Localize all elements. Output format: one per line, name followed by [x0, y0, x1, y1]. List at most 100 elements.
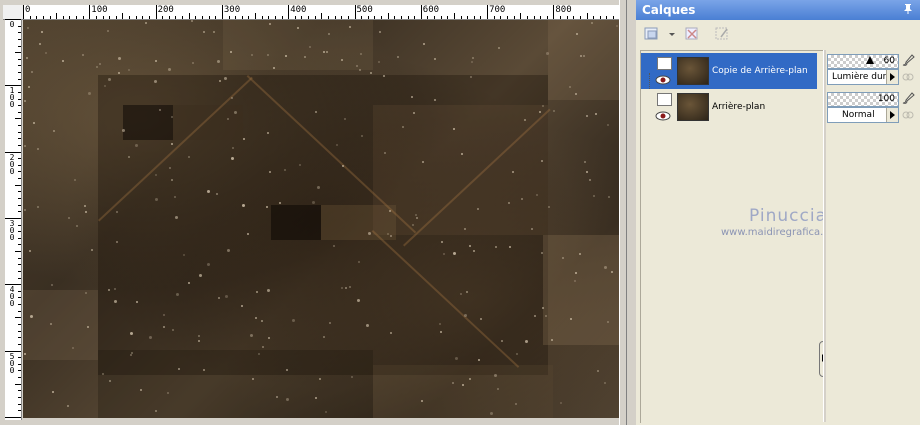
eye-visibility-icon[interactable]	[655, 75, 671, 85]
ruler-tick	[18, 38, 21, 40]
canvas-speckle	[267, 132, 269, 134]
canvas-speckle	[99, 63, 101, 65]
canvas-speckle	[219, 80, 221, 82]
canvas-speckle	[130, 354, 132, 356]
canvas-speckle	[586, 171, 588, 173]
ruler-tick	[248, 16, 250, 19]
canvas-speckle	[39, 43, 41, 45]
chevron-right-icon[interactable]	[886, 70, 898, 84]
canvas-speckle	[469, 378, 471, 380]
eye-visibility-icon[interactable]	[655, 111, 671, 121]
link-icon[interactable]	[902, 109, 914, 121]
ruler-tick	[18, 178, 21, 180]
ruler-tick	[613, 16, 615, 19]
pin-icon[interactable]	[902, 3, 914, 15]
ruler-tick	[347, 16, 349, 19]
ruler-tick	[533, 16, 535, 19]
dropdown-arrow-icon[interactable]	[662, 24, 675, 46]
delete-layer-icon[interactable]	[682, 24, 704, 46]
canvas-speckle	[172, 329, 174, 331]
ruler-tick	[18, 277, 21, 279]
canvas-speckle	[67, 405, 69, 407]
chevron-right-icon[interactable]	[886, 108, 898, 122]
ruler-label: 0	[9, 20, 15, 29]
brush-lock-icon[interactable]	[900, 52, 916, 68]
canvas-speckle	[108, 289, 110, 291]
canvas-speckle	[68, 217, 70, 219]
canvas-speckle	[525, 340, 528, 343]
canvas-speckle	[521, 198, 523, 200]
ruler-tick	[69, 16, 71, 19]
canvas-speckle	[192, 62, 194, 64]
ruler-tick	[18, 224, 21, 226]
canvas-speckle	[416, 217, 418, 219]
canvas-speckle	[256, 291, 258, 293]
canvas-speckle	[586, 115, 588, 117]
canvas-speckle	[155, 174, 157, 176]
ruler-tick	[188, 13, 190, 19]
brush-lock-icon[interactable]	[900, 90, 916, 106]
canvas-speckle	[536, 194, 538, 196]
canvas-speckle	[472, 57, 474, 59]
ruler-tick	[15, 118, 21, 120]
ruler-tick	[427, 16, 429, 19]
ruler-tick	[208, 16, 210, 19]
canvas-speckle	[45, 52, 47, 54]
layer-name: Arrière-plan	[712, 102, 766, 112]
canvas-speckle	[167, 392, 169, 394]
canvas-speckle	[384, 152, 386, 154]
ruler-tick	[95, 16, 97, 19]
canvas-speckle	[31, 71, 33, 73]
layer-row-copie-arriere-plan[interactable]: Copie de Arrière-plan	[641, 53, 817, 89]
opacity-marker[interactable]	[866, 56, 874, 64]
canvas-speckle	[50, 323, 52, 325]
layer-row-arriere-plan[interactable]: Arrière-plan	[641, 89, 817, 125]
canvas-speckle	[102, 373, 104, 375]
layers-titlebar[interactable]: Calques	[636, 0, 920, 20]
new-layer-icon[interactable]	[642, 24, 664, 46]
layer-raster-icon[interactable]	[657, 93, 672, 106]
canvas-speckle	[149, 336, 152, 339]
canvas-speckle	[230, 51, 232, 53]
ruler-corner	[3, 5, 24, 20]
canvas-speckle	[477, 208, 479, 210]
canvas-speckle	[498, 47, 500, 49]
canvas-speckle	[169, 167, 171, 169]
canvas-speckle	[116, 241, 118, 243]
canvas-speckle	[37, 148, 39, 150]
opacity-slider[interactable]: 60	[827, 54, 899, 69]
canvas-speckle	[267, 289, 270, 292]
canvas-speckle	[360, 53, 362, 55]
canvas-speckle	[286, 369, 288, 371]
canvas-speckle	[607, 321, 609, 323]
ruler-tick	[18, 297, 21, 299]
ruler-tick	[573, 16, 575, 19]
canvas-speckle	[24, 145, 26, 147]
ruler-tick	[18, 357, 21, 359]
blend-mode-select[interactable]: Lumière dure	[827, 69, 899, 85]
ruler-tick	[520, 13, 522, 19]
layer-group-icon[interactable]	[657, 57, 672, 70]
ruler-tick	[215, 16, 217, 19]
canvas-speckle	[462, 384, 464, 386]
canvas-speckle	[163, 314, 165, 316]
ruler-tick	[18, 98, 21, 100]
canvas-speckle	[52, 391, 54, 393]
canvas-speckle	[342, 165, 344, 167]
blend-mode-select[interactable]: Normal	[827, 107, 899, 123]
ruler-tick	[493, 16, 495, 19]
link-icon[interactable]	[902, 71, 914, 83]
canvas-speckle	[576, 33, 578, 35]
ruler-tick	[18, 403, 21, 405]
image-canvas[interactable]	[23, 20, 619, 418]
opacity-slider[interactable]: 100	[827, 92, 899, 107]
ruler-tick	[18, 144, 21, 146]
canvas-speckle	[155, 60, 157, 62]
canvas-speckle	[267, 54, 269, 56]
canvas-speckle	[611, 271, 613, 273]
ruler-tick	[434, 16, 436, 19]
ruler-tick	[42, 16, 44, 19]
ruler-tick	[18, 396, 21, 398]
canvas-speckle	[82, 54, 84, 56]
edit-mask-icon[interactable]	[712, 24, 734, 46]
